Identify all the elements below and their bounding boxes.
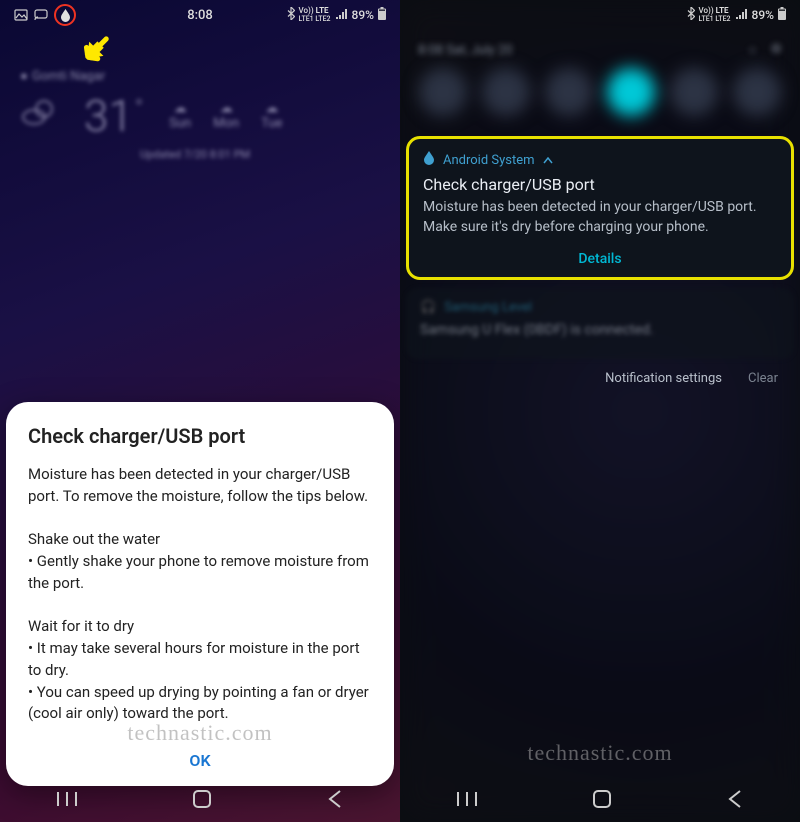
phone-screen-right: Vo)) LTELTE1 LTE2 89% 8:08 Sat, July 20 … xyxy=(400,0,800,822)
notification-app-name: Android System xyxy=(443,153,535,168)
home-button[interactable] xyxy=(191,788,213,810)
battery-icon xyxy=(778,7,786,23)
navigation-bar xyxy=(400,776,800,822)
dialog-body: Moisture has been detected in your charg… xyxy=(28,464,372,725)
moisture-notification[interactable]: Android System Check charger/USB port Mo… xyxy=(406,136,794,280)
qs-toggle[interactable] xyxy=(419,68,467,116)
back-button[interactable] xyxy=(326,789,344,809)
forecast-day-label: Sun xyxy=(169,116,191,131)
weather-temp-value: 31 xyxy=(84,90,133,142)
home-button[interactable] xyxy=(591,788,613,810)
details-button[interactable]: Details xyxy=(423,245,777,267)
qs-toggle[interactable] xyxy=(733,68,781,116)
notification-app-name: Samsung Level xyxy=(444,300,532,315)
status-time: 8:08 xyxy=(187,8,213,23)
headphones-icon: 🎧 xyxy=(420,300,436,315)
forecast-day: ☁Mon xyxy=(213,101,239,131)
weather-temp: 31 ° xyxy=(84,90,143,142)
bluetooth-icon xyxy=(287,7,295,23)
battery-percent: 89% xyxy=(752,8,774,22)
chevron-up-icon[interactable] xyxy=(543,153,553,168)
qs-toggle[interactable] xyxy=(482,68,530,116)
volte-indicator: Vo)) LTELTE1 LTE2 xyxy=(699,7,731,23)
moisture-icon-highlighted xyxy=(54,4,76,26)
bluetooth-notification[interactable]: 🎧 Samsung Level Samsung U Flex (0BDF) is… xyxy=(406,288,794,359)
forecast-day: ☁Sun xyxy=(169,101,191,131)
forecast-day: ☁Tue xyxy=(261,101,282,131)
cast-icon xyxy=(34,9,48,21)
qs-toggle[interactable] xyxy=(545,68,593,116)
notification-body: Samsung U Flex (0BDF) is connected. xyxy=(420,321,780,341)
back-button[interactable] xyxy=(726,789,744,809)
weather-degree: ° xyxy=(135,96,143,121)
notification-title: Check charger/USB port xyxy=(423,175,777,194)
weather-updated: Updated 7/20 8:01 PM xyxy=(140,148,380,161)
notification-settings-button[interactable]: Notification settings xyxy=(605,371,722,386)
moisture-drop-icon xyxy=(60,9,71,22)
notification-app-row: Android System xyxy=(423,151,777,169)
status-bar: 8:08 Vo)) LTELTE1 LTE2 89% xyxy=(0,0,400,30)
notification-body: Moisture has been detected in your charg… xyxy=(423,198,777,237)
bluetooth-icon xyxy=(687,7,695,23)
weather-widget: ● Gomti Nagar 31 ° ☁Sun ☁Mon ☁Tue Update… xyxy=(0,68,400,161)
weather-icon xyxy=(20,95,58,137)
recents-button[interactable] xyxy=(456,789,478,809)
forecast-day-label: Tue xyxy=(261,116,282,131)
phone-screen-left: 8:08 Vo)) LTELTE1 LTE2 89% ● Gomti Nagar xyxy=(0,0,400,822)
settings-icon[interactable]: ⚙ xyxy=(770,42,782,58)
shade-datetime: 8:08 Sat, July 20 xyxy=(418,43,513,58)
picture-icon xyxy=(14,9,28,21)
status-right: Vo)) LTELTE1 LTE2 89% xyxy=(287,7,386,23)
qs-toggle-active[interactable] xyxy=(607,68,655,116)
qs-toggle[interactable] xyxy=(670,68,718,116)
signal-icon xyxy=(735,8,748,22)
shade-header: 8:08 Sat, July 20 ○ ⚙ xyxy=(400,30,800,64)
shade-footer: Notification settings Clear xyxy=(400,367,800,394)
dialog-title: Check charger/USB port xyxy=(28,424,372,448)
signal-icon xyxy=(335,8,348,22)
moisture-drop-icon xyxy=(423,151,435,169)
ok-button[interactable]: OK xyxy=(28,739,372,776)
notification-app-row: 🎧 Samsung Level xyxy=(420,300,780,315)
recents-button[interactable] xyxy=(56,789,78,809)
quick-settings-row xyxy=(400,64,800,132)
battery-percent: 89% xyxy=(352,8,374,22)
moisture-dialog: Check charger/USB port Moisture has been… xyxy=(6,402,394,786)
battery-icon xyxy=(378,7,386,23)
weather-location-text: Gomti Nagar xyxy=(32,69,105,84)
status-bar: Vo)) LTELTE1 LTE2 89% xyxy=(400,0,800,30)
clear-button[interactable]: Clear xyxy=(748,371,778,386)
weather-location: ● Gomti Nagar xyxy=(20,68,380,84)
forecast-day-label: Mon xyxy=(213,116,239,131)
location-pin-icon: ● xyxy=(20,68,28,84)
volte-indicator: Vo)) LTELTE1 LTE2 xyxy=(299,7,331,23)
status-left xyxy=(14,4,76,26)
weather-forecast: ☁Sun ☁Mon ☁Tue xyxy=(169,101,282,131)
navigation-bar xyxy=(0,776,400,822)
search-icon[interactable]: ○ xyxy=(748,42,756,58)
status-right: Vo)) LTELTE1 LTE2 89% xyxy=(687,7,786,23)
